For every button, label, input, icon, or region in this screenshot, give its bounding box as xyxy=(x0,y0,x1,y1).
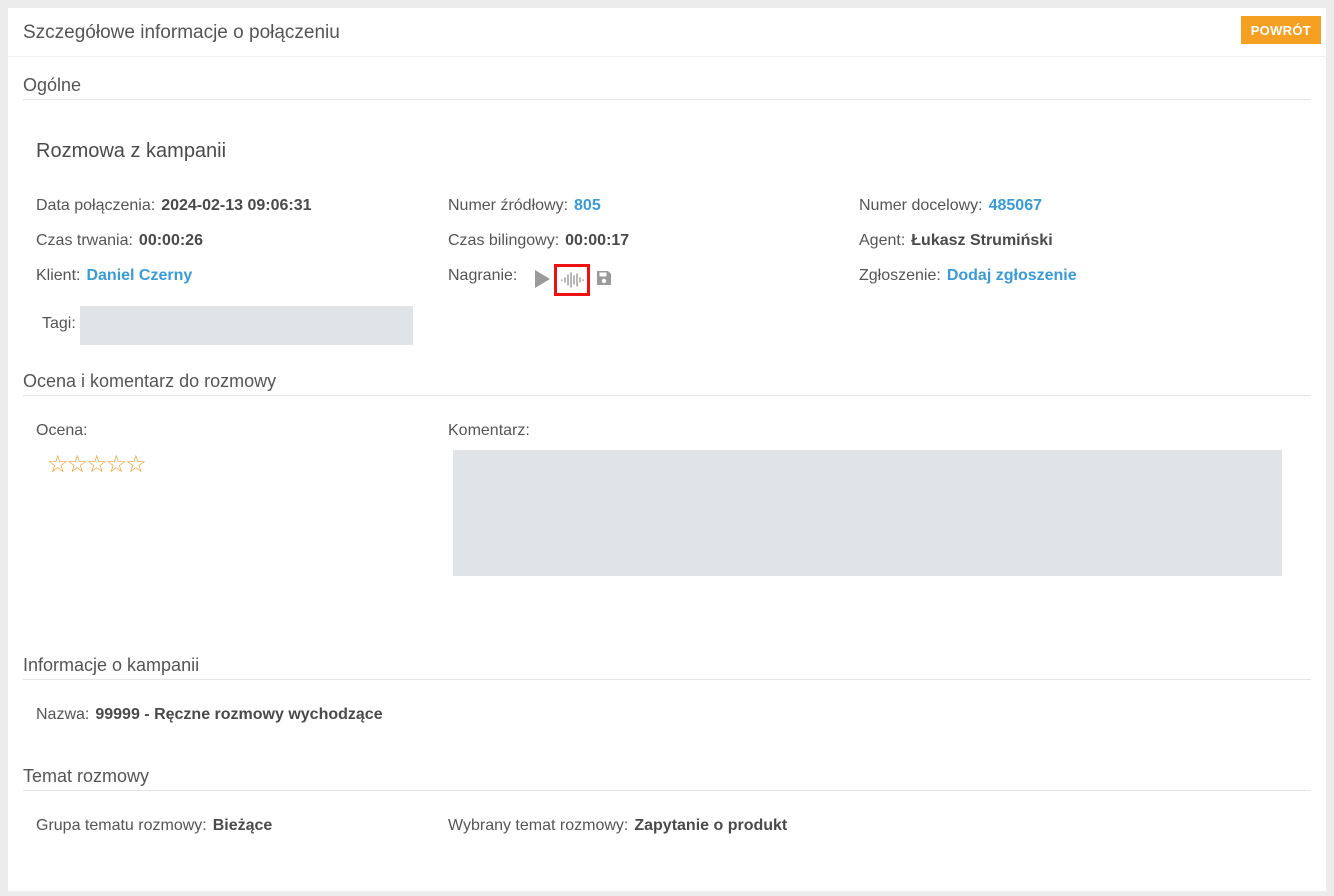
waveform-icon[interactable] xyxy=(554,264,590,296)
add-ticket-link[interactable]: Dodaj zgłoszenie xyxy=(947,267,1077,284)
target-number-field: Numer docelowy: 485067 xyxy=(859,197,1042,215)
client-field: Klient: Daniel Czerny xyxy=(36,267,192,285)
star-rating[interactable]: ☆☆☆☆☆ xyxy=(47,450,147,479)
campaign-name-value: 99999 - Ręczne rozmowy wychodzące xyxy=(95,706,383,723)
billing-time-field: Czas bilingowy: 00:00:17 xyxy=(448,232,629,250)
client-label: Klient: xyxy=(36,267,81,284)
recording-field: Nagranie: xyxy=(448,267,523,285)
play-icon[interactable] xyxy=(535,270,550,288)
duration-label: Czas trwania: xyxy=(36,232,133,249)
tags-label: Tagi: xyxy=(42,315,76,332)
topic-group-field: Grupa tematu rozmowy: Bieżące xyxy=(36,817,272,835)
recording-label: Nagranie: xyxy=(448,267,518,284)
star-icon[interactable]: ☆ xyxy=(67,450,88,479)
source-number-label: Numer źródłowy: xyxy=(448,197,569,214)
target-number-label: Numer docelowy: xyxy=(859,197,983,214)
billing-time-label: Czas bilingowy: xyxy=(448,232,560,249)
source-number-link[interactable]: 805 xyxy=(574,197,601,214)
agent-field: Agent: Łukasz Strumiński xyxy=(859,232,1053,250)
section-general-title: Ogólne xyxy=(23,75,1311,100)
topic-group-value: Bieżące xyxy=(212,817,273,834)
waveform-graphic xyxy=(561,272,584,288)
call-details-panel: Szczegółowe informacje o połączeniu POWR… xyxy=(8,8,1326,891)
star-icon[interactable]: ☆ xyxy=(47,450,68,479)
agent-value: Łukasz Strumiński xyxy=(911,232,1053,249)
call-date-value: 2024-02-13 09:06:31 xyxy=(161,197,312,214)
save-icon[interactable] xyxy=(596,270,612,291)
call-date-label: Data połączenia: xyxy=(36,197,156,214)
page-title: Szczegółowe informacje o połączeniu xyxy=(23,22,340,43)
call-subtitle: Rozmowa z kampanii xyxy=(36,140,227,162)
section-campaign-title: Informacje o kampanii xyxy=(23,655,1311,680)
duration-field: Czas trwania: 00:00:26 xyxy=(36,232,203,250)
comment-label: Komentarz: xyxy=(448,422,530,439)
star-icon[interactable]: ☆ xyxy=(106,450,127,479)
target-number-link[interactable]: 485067 xyxy=(989,197,1042,214)
billing-time-value: 00:00:17 xyxy=(565,232,630,249)
rating-label: Ocena: xyxy=(36,422,88,439)
duration-value: 00:00:26 xyxy=(138,232,203,249)
star-icon[interactable]: ☆ xyxy=(86,450,107,479)
topic-selected-label: Wybrany temat rozmowy: xyxy=(448,817,629,834)
panel-header: Szczegółowe informacje o połączeniu POWR… xyxy=(8,8,1326,57)
client-link[interactable]: Daniel Czerny xyxy=(86,267,192,284)
campaign-name-label: Nazwa: xyxy=(36,706,90,723)
topic-selected-value: Zapytanie o produkt xyxy=(634,817,788,834)
star-icon[interactable]: ☆ xyxy=(125,450,146,479)
ticket-field: Zgłoszenie: Dodaj zgłoszenie xyxy=(859,267,1077,285)
section-rating-title: Ocena i komentarz do rozmowy xyxy=(23,371,1311,396)
ticket-label: Zgłoszenie: xyxy=(859,267,941,284)
tags-input[interactable] xyxy=(80,306,413,345)
agent-label: Agent: xyxy=(859,232,906,249)
campaign-name-field: Nazwa: 99999 - Ręczne rozmowy wychodzące xyxy=(36,706,383,724)
call-date-field: Data połączenia: 2024-02-13 09:06:31 xyxy=(36,197,312,215)
tags-field: Tagi: xyxy=(42,315,82,333)
back-button[interactable]: POWRÓT xyxy=(1240,16,1321,44)
topic-group-label: Grupa tematu rozmowy: xyxy=(36,817,207,834)
floppy-graphic xyxy=(597,271,611,285)
section-topic-title: Temat rozmowy xyxy=(23,766,1311,791)
topic-selected-field: Wybrany temat rozmowy: Zapytanie o produk… xyxy=(448,817,787,835)
comment-textarea[interactable] xyxy=(453,450,1282,576)
source-number-field: Numer źródłowy: 805 xyxy=(448,197,601,215)
